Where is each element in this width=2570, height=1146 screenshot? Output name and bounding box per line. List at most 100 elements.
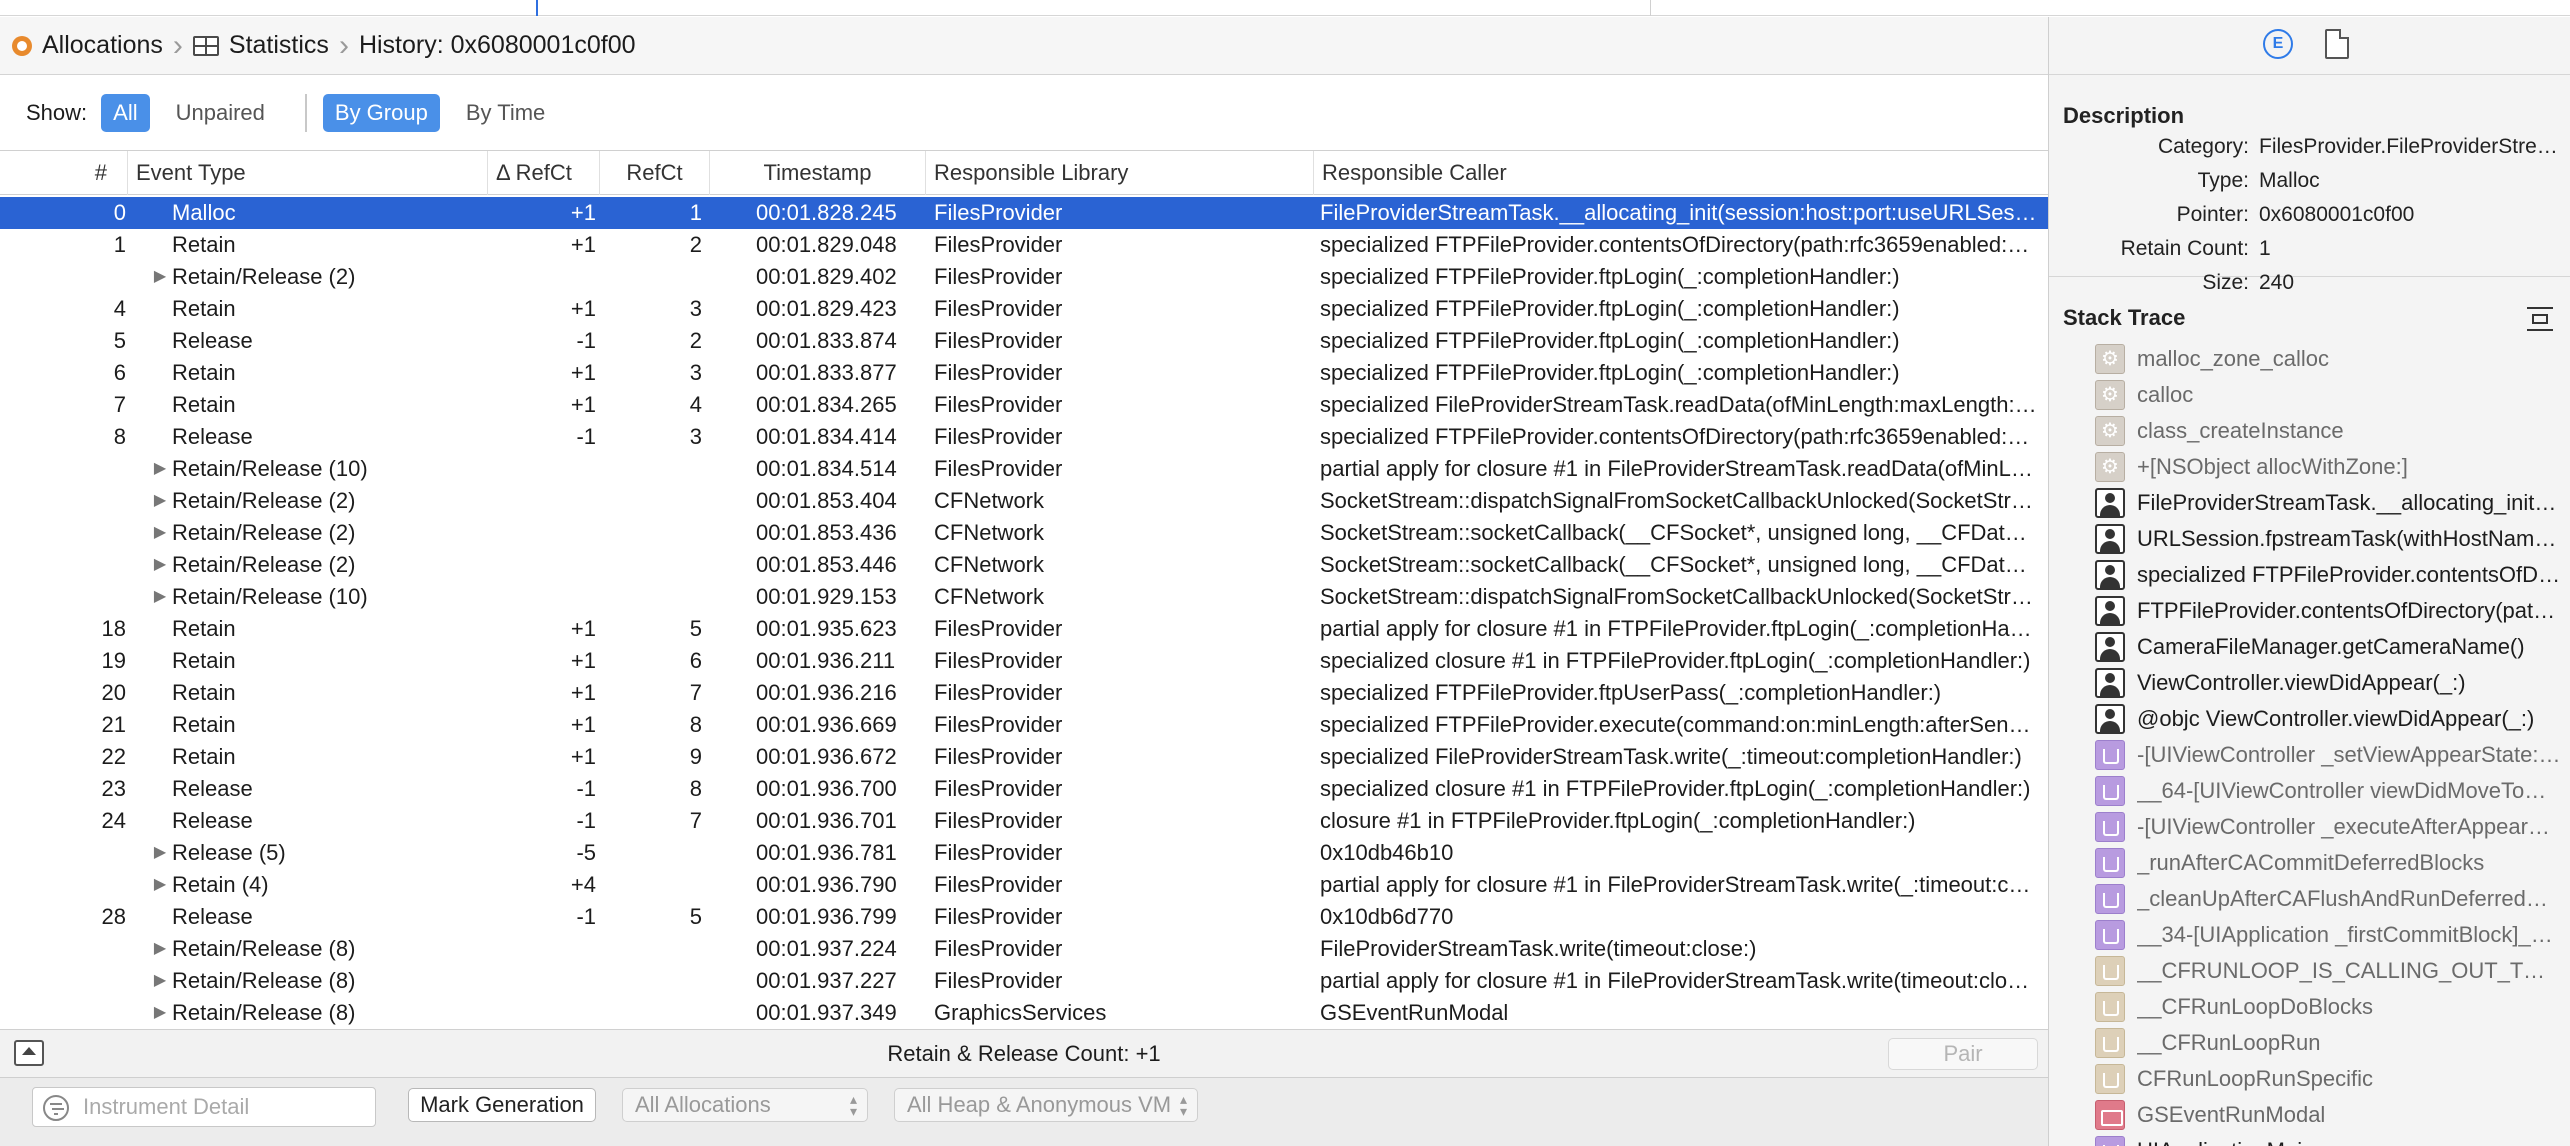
cell-refct	[600, 997, 702, 1029]
stack-frame[interactable]: ViewController.viewDidAppear(_:)	[2049, 665, 2570, 701]
cell-number	[0, 517, 126, 549]
table-row[interactable]: 18 Retain +1 5 00:01.935.623 FilesProvider par…	[0, 613, 2048, 645]
cell-delta-refct: -1	[576, 424, 596, 449]
system-library-icon	[2095, 344, 2125, 374]
cell-event-type: Retain	[172, 360, 236, 385]
cell-responsible-library: FilesProvider	[934, 360, 1063, 385]
disclosure-triangle-icon[interactable]: ▶	[150, 869, 170, 901]
table-row[interactable]: ▶ Retain/Release (2) 00:01.853.446 CFNetwor…	[0, 549, 2048, 581]
cell-timestamp: 00:01.829.423	[756, 296, 897, 321]
table-row[interactable]: ▶ Retain/Release (8) 00:01.937.349 Graphics…	[0, 997, 2048, 1029]
disclosure-triangle-icon[interactable]: ▶	[150, 837, 170, 869]
table-row[interactable]: ▶ Retain/Release (10) 00:01.834.514 FilesPr…	[0, 453, 2048, 485]
table-row[interactable]: 4 Retain +1 3 00:01.829.423 FilesProvider spec…	[0, 293, 2048, 325]
extended-detail-tab-icon[interactable]: E	[2263, 29, 2293, 59]
stack-frame[interactable]: URLSession.fpstreamTask(withHostName:por…	[2049, 521, 2570, 557]
stack-frame[interactable]: calloc	[2049, 377, 2570, 413]
disclosure-triangle-icon[interactable]: ▶	[150, 581, 170, 613]
disclosure-triangle-icon[interactable]: ▶	[150, 549, 170, 581]
filter-unpaired-button[interactable]: Unpaired	[164, 94, 277, 132]
stack-frame[interactable]: __CFRunLoopRun	[2049, 1025, 2570, 1061]
table-row[interactable]: 28 Release -1 5 00:01.936.799 FilesProvider 0x…	[0, 901, 2048, 933]
column-header-responsible-caller[interactable]: Responsible Caller	[1314, 151, 2048, 195]
cell-refct: 8	[689, 776, 702, 801]
stack-frame[interactable]: specialized FTPFileProvider.contentsOfDi…	[2049, 557, 2570, 593]
table-row[interactable]: 22 Retain +1 9 00:01.936.672 FilesProvider spe…	[0, 741, 2048, 773]
pair-button[interactable]: Pair	[1888, 1038, 2038, 1070]
table-row[interactable]: ▶ Release (5) -5 00:01.936.781 FilesProvider…	[0, 837, 2048, 869]
stack-frame[interactable]: GSEventRunModal	[2049, 1097, 2570, 1133]
table-row[interactable]: ▶ Retain/Release (8) 00:01.937.227 FilesPro…	[0, 965, 2048, 997]
cell-number: 22	[101, 744, 126, 769]
stack-frame[interactable]: CameraFileManager.getCameraName()	[2049, 629, 2570, 665]
stack-frame[interactable]: __CFRunLoopDoBlocks	[2049, 989, 2570, 1025]
stack-frame[interactable]: -[UIViewController _setViewAppearState:i…	[2049, 737, 2570, 773]
cell-timestamp: 00:01.936.781	[756, 840, 897, 865]
disclosure-triangle-icon[interactable]: ▶	[150, 261, 170, 293]
breadcrumb-history[interactable]: History: 0x6080001c0f00	[359, 17, 636, 75]
by-time-button[interactable]: By Time	[454, 94, 557, 132]
breadcrumb-allocations[interactable]: Allocations	[12, 17, 163, 75]
stack-frame-symbol: ViewController.viewDidAppear(_:)	[2137, 670, 2466, 695]
heap-type-popup[interactable]: All Heap & Anonymous VM ▴ ▾	[894, 1088, 1198, 1122]
cell-responsible-library: FilesProvider	[934, 424, 1063, 449]
stack-frame[interactable]: @objc ViewController.viewDidAppear(_:)	[2049, 701, 2570, 737]
table-row[interactable]: 5 Release -1 2 00:01.833.874 FilesProvider spe…	[0, 325, 2048, 357]
table-row[interactable]: 1 Retain +1 2 00:01.829.048 FilesProvider spec…	[0, 229, 2048, 261]
table-row[interactable]: 19 Retain +1 6 00:01.936.211 FilesProvider spe…	[0, 645, 2048, 677]
column-header-event-type[interactable]: Event Type	[128, 151, 488, 195]
stack-frame[interactable]: -[UIViewController _executeAfterAppearan…	[2049, 809, 2570, 845]
disclosure-triangle-icon[interactable]: ▶	[150, 997, 170, 1029]
table-row[interactable]: ▶ Retain/Release (2) 00:01.829.402 FilesPro…	[0, 261, 2048, 293]
filter-all-button[interactable]: All	[101, 93, 150, 132]
system-library-icon	[2095, 380, 2125, 410]
file-tab-icon[interactable]	[2325, 29, 2349, 59]
disclosure-triangle-icon[interactable]: ▶	[150, 517, 170, 549]
stack-frame[interactable]: CFRunLoopRunSpecific	[2049, 1061, 2570, 1097]
table-row[interactable]: ▶ Retain/Release (8) 00:01.937.224 FilesPro…	[0, 933, 2048, 965]
table-row[interactable]: 0 Malloc +1 1 00:01.828.245 FilesProvider File…	[0, 197, 2048, 229]
table-row[interactable]: 23 Release -1 8 00:01.936.700 FilesProvider sp…	[0, 773, 2048, 805]
mark-generation-button[interactable]: Mark Generation	[408, 1088, 596, 1122]
stack-frame[interactable]: +[NSObject allocWithZone:]	[2049, 449, 2570, 485]
stack-frame[interactable]: __64-[UIViewController viewDidMoveToWind…	[2049, 773, 2570, 809]
table-row[interactable]: 6 Retain +1 3 00:01.833.877 FilesProvider spec…	[0, 357, 2048, 389]
stack-frame[interactable]: __34-[UIApplication _firstCommitBlock]_b…	[2049, 917, 2570, 953]
table-row[interactable]: ▶ Retain/Release (10) 00:01.929.153 CFNetwo…	[0, 581, 2048, 613]
stack-frame[interactable]: malloc_zone_calloc	[2049, 341, 2570, 377]
user-code-icon	[2095, 488, 2125, 518]
disclosure-triangle-icon[interactable]: ▶	[150, 485, 170, 517]
cell-refct: 2	[689, 328, 702, 353]
column-header-responsible-library[interactable]: Responsible Library	[926, 151, 1314, 195]
stack-frame[interactable]: _cleanUpAfterCAFlushAndRunDeferredBlocks	[2049, 881, 2570, 917]
table-row[interactable]: 21 Retain +1 8 00:01.936.669 FilesProvider spe…	[0, 709, 2048, 741]
stack-frame[interactable]: class_createInstance	[2049, 413, 2570, 449]
cell-number: 20	[101, 680, 126, 705]
table-row[interactable]: ▶ Retain/Release (2) 00:01.853.404 CFNetwor…	[0, 485, 2048, 517]
disclosure-triangle-icon[interactable]: ▶	[150, 453, 170, 485]
detail-toggle-button[interactable]	[14, 1040, 44, 1066]
column-header-timestamp[interactable]: Timestamp	[710, 151, 926, 195]
table-row[interactable]: 24 Release -1 7 00:01.936.701 FilesProvider cl…	[0, 805, 2048, 837]
column-header-number[interactable]: #	[0, 151, 128, 195]
breadcrumb-statistics[interactable]: Statistics	[192, 17, 329, 75]
stack-frame[interactable]: __CFRUNLOOP_IS_CALLING_OUT_TO_A_BLOCK__	[2049, 953, 2570, 989]
stack-frame[interactable]: UIApplicationMain	[2049, 1133, 2570, 1146]
instrument-detail-search-field[interactable]: Instrument Detail	[32, 1087, 376, 1127]
table-row[interactable]: ▶ Retain (4) +4 00:01.936.790 FilesProvider p…	[0, 869, 2048, 901]
by-group-button[interactable]: By Group	[322, 93, 440, 132]
stack-frame[interactable]: FTPFileProvider.contentsOfDirectory(path…	[2049, 593, 2570, 629]
cell-refct: 7	[689, 808, 702, 833]
stack-frame[interactable]: FileProviderStreamTask.__allocating_init…	[2049, 485, 2570, 521]
stack-options-icon[interactable]	[2527, 307, 2553, 331]
disclosure-triangle-icon[interactable]: ▶	[150, 933, 170, 965]
table-row[interactable]: 20 Retain +1 7 00:01.936.216 FilesProvider spe…	[0, 677, 2048, 709]
stack-frame[interactable]: _runAfterCACommitDeferredBlocks	[2049, 845, 2570, 881]
column-header-delta-refct[interactable]: Δ RefCt	[488, 151, 600, 195]
table-row[interactable]: ▶ Retain/Release (2) 00:01.853.436 CFNetwor…	[0, 517, 2048, 549]
table-row[interactable]: 7 Retain +1 4 00:01.834.265 FilesProvider spec…	[0, 389, 2048, 421]
disclosure-triangle-icon[interactable]: ▶	[150, 965, 170, 997]
allocations-type-popup[interactable]: All Allocations ▴ ▾	[622, 1088, 868, 1122]
column-header-refct[interactable]: RefCt	[600, 151, 710, 195]
table-row[interactable]: 8 Release -1 3 00:01.834.414 FilesProvider spe…	[0, 421, 2048, 453]
